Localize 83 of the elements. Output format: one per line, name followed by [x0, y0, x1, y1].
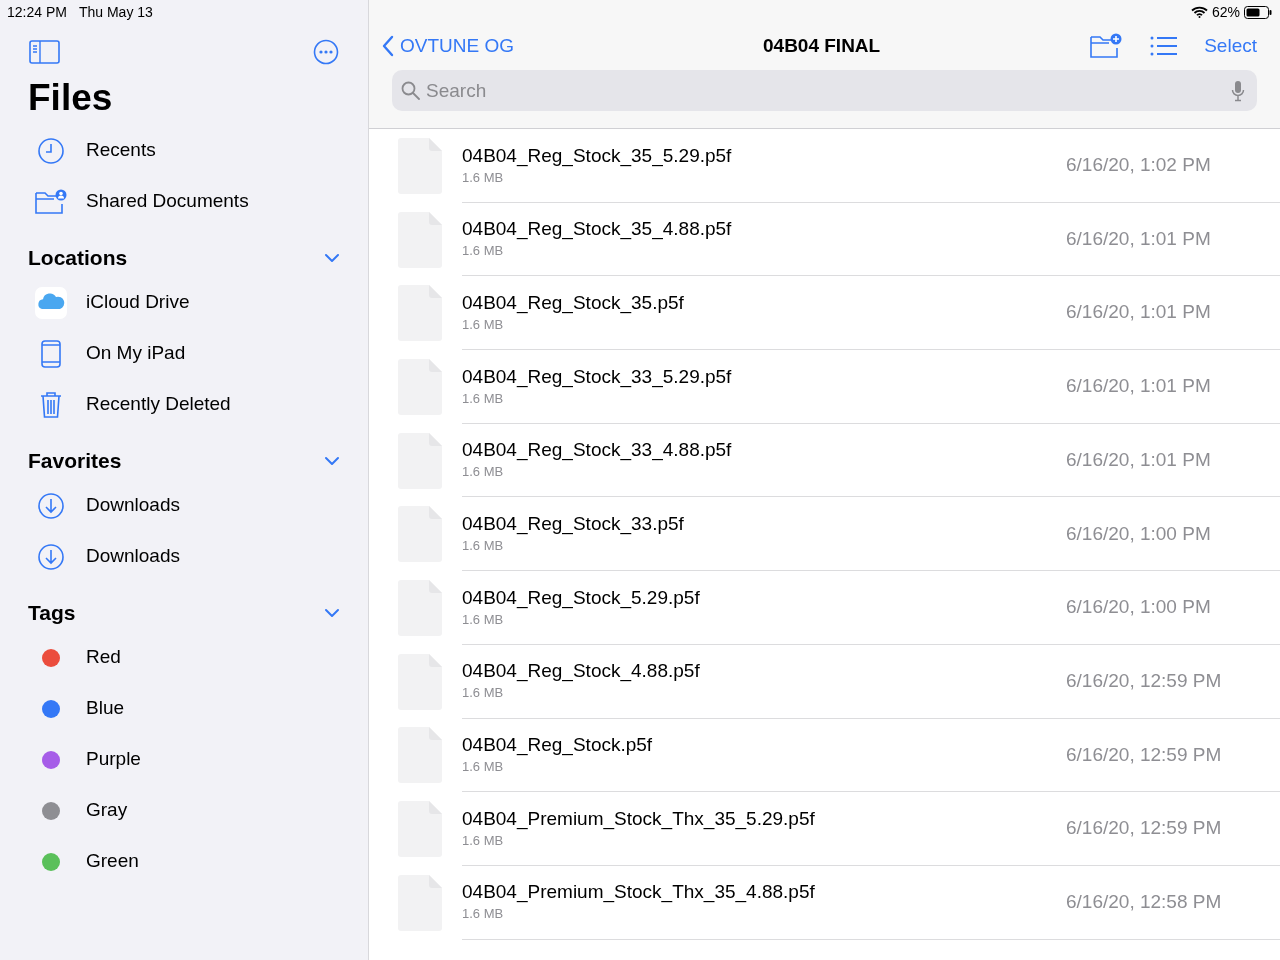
- battery-icon: [1244, 5, 1272, 19]
- clock-icon: [36, 136, 65, 165]
- sidebar-item[interactable]: Gray: [86, 796, 128, 825]
- file-size: 1.6 MB: [462, 758, 505, 777]
- file-date: 6/16/20, 1:01 PM: [1066, 226, 1212, 251]
- download-icon: [36, 542, 65, 571]
- wifi-icon: [1190, 6, 1208, 18]
- file-name[interactable]: 04B04_Reg_Stock_4.88.p5f: [462, 659, 1066, 684]
- file-date: 6/16/20, 1:00 PM: [1066, 521, 1212, 546]
- select-button[interactable]: Select: [1204, 31, 1257, 61]
- file-date: 6/16/20, 1:02 PM: [1066, 153, 1212, 178]
- folder-title: 04B04 FINAL: [763, 33, 881, 58]
- sidebar-item[interactable]: Purple: [86, 745, 141, 774]
- document-icon: [398, 211, 442, 268]
- sidebar-item[interactable]: Downloads: [86, 491, 180, 520]
- file-name[interactable]: 04B04_Premium_Stock_Thx_35_4.88.p5f: [462, 880, 1066, 905]
- document-icon: [398, 358, 442, 415]
- file-size: 1.6 MB: [462, 242, 505, 261]
- shared-folder-icon: [33, 188, 68, 215]
- more-icon[interactable]: [313, 39, 339, 65]
- search-field[interactable]: Search: [392, 70, 1257, 111]
- download-icon: [36, 491, 65, 520]
- document-icon: [398, 653, 442, 710]
- document-icon: [398, 727, 442, 784]
- battery-percent: 62%: [1211, 2, 1240, 22]
- file-size: 1.6 MB: [462, 610, 505, 629]
- file-date: 6/16/20, 1:01 PM: [1066, 447, 1212, 472]
- document-icon: [398, 137, 442, 194]
- status-time: 12:24 PM: [7, 2, 67, 22]
- list-view-icon[interactable]: [1150, 36, 1178, 56]
- file-date: 6/16/20, 12:58 PM: [1066, 889, 1223, 914]
- file-date: 6/16/20, 1:01 PM: [1066, 374, 1212, 399]
- file-date: 6/16/20, 1:01 PM: [1066, 300, 1212, 325]
- back-chevron-icon: [382, 35, 394, 57]
- file-size: 1.6 MB: [462, 831, 505, 850]
- trash-icon: [38, 390, 63, 419]
- file-size: 1.6 MB: [462, 537, 505, 556]
- section-header: Locations: [28, 245, 128, 272]
- sidebar-item[interactable]: Recently Deleted: [86, 390, 231, 419]
- file-date: 6/16/20, 12:59 PM: [1066, 816, 1223, 841]
- file-date: 6/16/20, 12:59 PM: [1066, 668, 1223, 693]
- file-size: 1.6 MB: [462, 389, 505, 408]
- file-date: 6/16/20, 1:00 PM: [1066, 595, 1212, 620]
- sidebar-title: Files: [28, 76, 113, 121]
- document-icon: [398, 801, 442, 858]
- sidebar-item[interactable]: Downloads: [86, 542, 180, 571]
- section-header: Tags: [28, 600, 76, 627]
- sidebar-item[interactable]: iCloud Drive: [86, 288, 190, 317]
- microphone-icon[interactable]: [1231, 80, 1245, 102]
- document-icon: [398, 506, 442, 563]
- file-size: 1.6 MB: [462, 463, 505, 482]
- sidebar-item[interactable]: Shared Documents: [86, 187, 249, 216]
- new-folder-icon[interactable]: [1089, 33, 1124, 59]
- file-date: 6/16/20, 12:59 PM: [1066, 742, 1223, 767]
- document-icon: [398, 874, 442, 931]
- sidebar-item[interactable]: Red: [86, 643, 121, 672]
- sidebar-item[interactable]: Recents: [86, 136, 156, 165]
- sidebar-item[interactable]: Blue: [86, 694, 125, 723]
- sidebar-item[interactable]: Green: [86, 847, 139, 876]
- status-date: Thu May 13: [78, 2, 153, 22]
- file-name[interactable]: 04B04_Reg_Stock_33_4.88.p5f: [462, 438, 1066, 463]
- file-size: 1.6 MB: [462, 684, 505, 703]
- file-name[interactable]: 04B04_Reg_Stock_33_5.29.p5f: [462, 364, 1066, 389]
- file-size: 1.6 MB: [462, 168, 505, 187]
- document-icon: [398, 579, 442, 636]
- file-name[interactable]: 04B04_Reg_Stock_35.p5f: [462, 290, 1066, 315]
- file-size: 1.6 MB: [462, 905, 505, 924]
- file-size: 1.6 MB: [462, 315, 505, 334]
- document-icon: [398, 285, 442, 342]
- file-name[interactable]: 04B04_Reg_Stock_35_5.29.p5f: [462, 143, 1066, 168]
- file-name[interactable]: 04B04_Reg_Stock_33.p5f: [462, 512, 1066, 537]
- cloud-icon: [34, 286, 67, 319]
- section-header: Favorites: [28, 448, 122, 475]
- file-name[interactable]: 04B04_Reg_Stock_5.29.p5f: [462, 585, 1066, 610]
- file-name[interactable]: 04B04_Reg_Stock_35_4.88.p5f: [462, 217, 1066, 242]
- search-icon: [401, 81, 420, 100]
- tablet-icon: [39, 339, 62, 368]
- back-button[interactable]: OVTUNE OG: [382, 31, 514, 61]
- file-name[interactable]: 04B04_Premium_Stock_Thx_35_5.29.p5f: [462, 806, 1066, 831]
- sidebar-toggle-icon[interactable]: [29, 40, 60, 64]
- document-icon: [398, 432, 442, 489]
- sidebar-item[interactable]: On My iPad: [86, 339, 186, 368]
- file-name[interactable]: 04B04_Reg_Stock.p5f: [462, 733, 1066, 758]
